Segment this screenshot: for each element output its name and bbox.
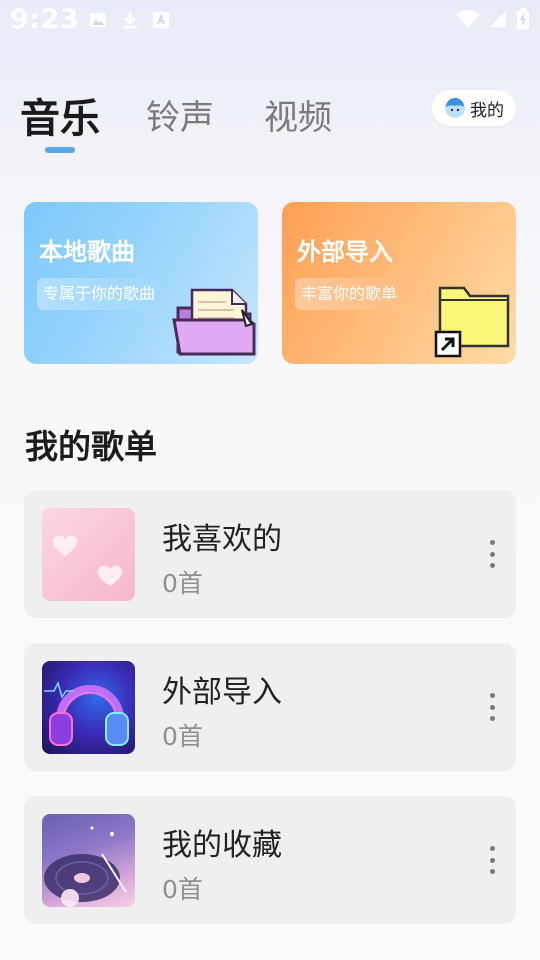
external-import-card[interactable]: 外部导入 丰富你的歌单 <box>282 202 516 364</box>
vinyl-record-icon <box>44 826 127 907</box>
battery-icon <box>517 8 529 30</box>
tab-music[interactable]: 音乐 <box>20 86 100 144</box>
more-options-icon[interactable] <box>482 689 502 725</box>
playlist-item-my-collection[interactable]: 我的收藏 0首 <box>24 796 516 924</box>
playlist-name: 外部导入 <box>162 675 282 710</box>
playlist-count: 0首 <box>162 722 203 751</box>
favorites-cover-image <box>42 508 135 601</box>
status-time: 9:23 <box>10 4 80 35</box>
headphones-cover-image <box>42 661 135 754</box>
headphones-icon <box>44 680 129 746</box>
signal-icon <box>490 11 506 27</box>
more-options-icon[interactable] <box>482 536 502 572</box>
yellow-folder-shortcut-icon <box>434 286 510 358</box>
system-icons <box>456 8 530 30</box>
local-songs-subtitle: 专属于你的歌曲 <box>37 278 166 310</box>
mine-button[interactable]: 我的 <box>432 90 516 126</box>
gallery-icon <box>90 13 106 27</box>
playlist-item-favorites[interactable]: 我喜欢的 0首 <box>24 490 516 618</box>
active-tab-indicator <box>45 147 75 153</box>
vinyl-cover-image <box>42 814 135 907</box>
hearts-icon <box>52 535 123 586</box>
playlist-name: 我喜欢的 <box>162 522 282 557</box>
external-import-title: 外部导入 <box>297 238 393 266</box>
tab-ringtone[interactable]: 铃声 <box>146 90 214 139</box>
playlist-item-external-import[interactable]: 外部导入 0首 <box>24 643 516 771</box>
external-import-subtitle: 丰富你的歌单 <box>295 278 408 310</box>
wifi-icon <box>456 10 480 28</box>
notification-icons <box>88 10 170 30</box>
avatar-icon <box>445 98 465 118</box>
tab-video[interactable]: 视频 <box>264 90 332 139</box>
app-store-icon <box>153 12 169 28</box>
local-songs-title: 本地歌曲 <box>39 238 135 266</box>
more-options-icon[interactable] <box>482 842 502 878</box>
download-icon <box>123 12 137 29</box>
my-playlists-title: 我的歌单 <box>25 427 157 466</box>
local-songs-card[interactable]: 本地歌曲 专属于你的歌曲 <box>24 202 258 364</box>
playlist-count: 0首 <box>162 875 203 904</box>
mine-label: 我的 <box>470 100 504 121</box>
playlist-count: 0首 <box>162 569 203 598</box>
purple-folder-icon <box>172 288 256 356</box>
status-bar: 9:23 <box>0 0 540 46</box>
playlist-name: 我的收藏 <box>162 828 282 863</box>
